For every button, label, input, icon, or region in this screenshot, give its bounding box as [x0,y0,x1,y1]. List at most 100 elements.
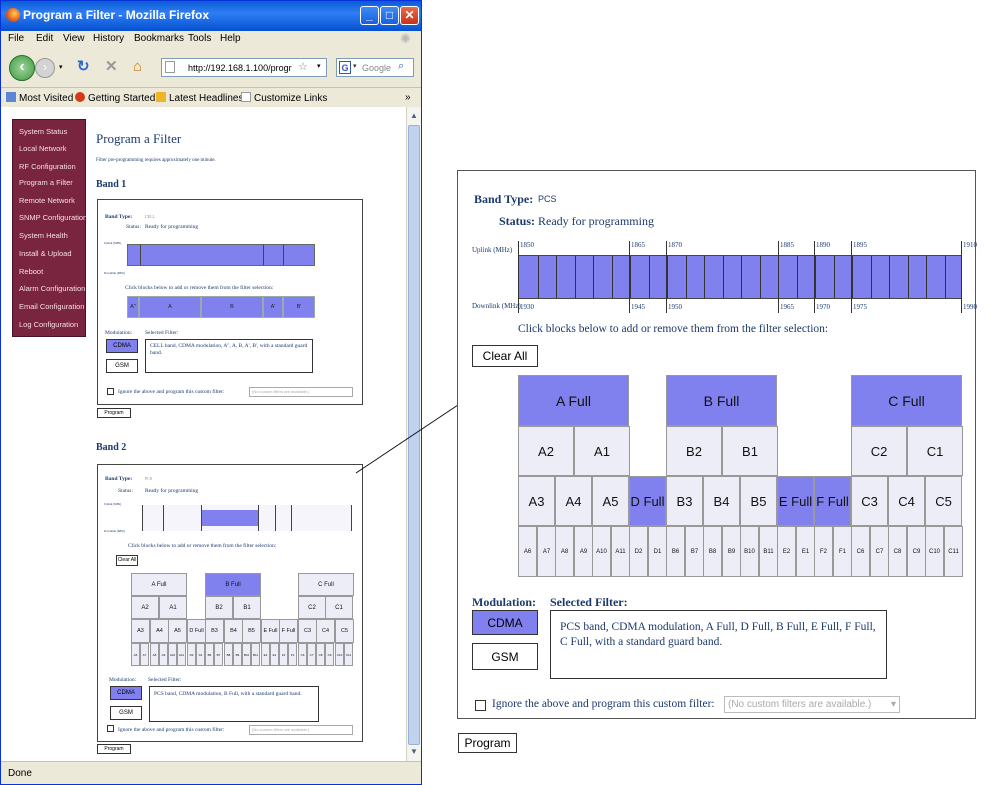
zoom-block-c3[interactable]: C3 [851,476,888,526]
uplink-tick-label: 1870 [668,241,682,249]
zoom-block-c10[interactable]: C10 [925,526,944,577]
zoom-block-a6[interactable]: A6 [518,526,537,577]
spectrum-block-divider [686,256,687,298]
zoom-selected-filter-text: PCS band, CDMA modulation, A Full, D Ful… [560,621,876,648]
zoom-status-value: Ready for programming [538,214,654,228]
zoom-band-type-label: Band Type: [474,192,534,206]
uplink-tick-label: 1850 [520,241,534,249]
downlink-tick-label: 1990 [963,303,977,311]
zoom-gsm-button[interactable]: GSM [472,643,538,670]
spectrum-tick [778,241,779,313]
zoom-selected-filter-label: Selected Filter: [550,595,628,609]
zoom-block-f1[interactable]: F1 [833,526,852,577]
uplink-tick-label: 1865 [631,241,645,249]
zoom-custom-filter-select[interactable]: (No custom filters are available.) ▾ [724,696,900,713]
zoom-modulation-label: Modulation: [472,595,537,609]
zoom-uplink-label: Uplink (MHz) [472,246,513,254]
uplink-tick-label: 1885 [780,241,794,249]
zoom-block-b7[interactable]: B7 [685,526,704,577]
downlink-tick-label: 1945 [631,303,645,311]
zoom-block-b3[interactable]: B3 [666,476,703,526]
zoom-block-a-full[interactable]: A Full [518,375,629,426]
downlink-tick-label: 1930 [520,303,534,311]
spectrum-tick [851,241,852,313]
zoom-band-type-value: PCS [538,194,557,204]
spectrum-block-divider [741,256,742,298]
zoom-block-f2[interactable]: F2 [814,526,833,577]
uplink-tick-label: 1895 [853,241,867,249]
zoom-clear-all-button[interactable]: Clear All [472,345,538,367]
zoom-block-d2[interactable]: D2 [629,526,648,577]
zoom-ignore-checkbox[interactable] [475,700,486,711]
zoom-block-a8[interactable]: A8 [555,526,574,577]
spectrum-block-divider [593,256,594,298]
spectrum-tick [961,241,962,313]
zoom-block-c-full[interactable]: C Full [851,375,962,426]
uplink-tick-label: 1890 [816,241,830,249]
zoom-block-c4[interactable]: C4 [888,476,925,526]
zoom-block-d1[interactable]: D1 [648,526,667,577]
zoom-block-e-full[interactable]: E Full [777,476,814,526]
zoom-block-b2[interactable]: B2 [666,426,722,476]
spectrum-block-divider [760,256,761,298]
zoom-block-c9[interactable]: C9 [907,526,926,577]
zoom-block-b8[interactable]: B8 [703,526,722,577]
downlink-tick-label: 1965 [780,303,794,311]
zoom-spectrum: 1850 1930 1865 1945 1870 1950 1885 1965 1890 1970… [518,241,977,313]
zoom-block-a11[interactable]: A11 [611,526,630,577]
zoom-spectrum-bar [518,255,962,299]
zoom-block-e1[interactable]: E1 [796,526,815,577]
spectrum-block-divider [852,256,853,298]
zoom-block-a10[interactable]: A10 [592,526,611,577]
zoom-block-b5[interactable]: B5 [740,476,777,526]
zoom-block-d-full[interactable]: D Full [629,476,666,526]
spectrum-tick [666,241,667,313]
zoom-block-c11[interactable]: C11 [944,526,963,577]
zoom-block-c1[interactable]: C1 [907,426,963,476]
zoom-block-b1[interactable]: B1 [722,426,778,476]
spectrum-block-divider [926,256,927,298]
spectrum-block-divider [556,256,557,298]
zoom-instruction: Click blocks below to add or remove them… [518,323,829,335]
uplink-tick-label: 1910 [963,241,977,249]
spectrum-block-divider [667,256,668,298]
zoom-program-button[interactable]: Program [458,733,517,753]
spectrum-block-divider [815,256,816,298]
zoom-block-a5[interactable]: A5 [592,476,629,526]
spectrum-block-divider [612,256,613,298]
zoom-block-b4[interactable]: B4 [703,476,740,526]
spectrum-block-divider [649,256,650,298]
zoom-block-a7[interactable]: A7 [537,526,556,577]
zoom-status-label: Status: [499,214,536,228]
zoom-block-a9[interactable]: A9 [574,526,593,577]
zoom-block-f-full[interactable]: F Full [814,476,851,526]
spectrum-tick [814,241,815,313]
downlink-tick-label: 1950 [668,303,682,311]
downlink-tick-label: 1970 [816,303,830,311]
zoom-block-c7[interactable]: C7 [870,526,889,577]
zoom-block-a3[interactable]: A3 [518,476,555,526]
zoom-block-c2[interactable]: C2 [851,426,907,476]
zoom-cdma-button[interactable]: CDMA [472,610,538,635]
downlink-tick-label: 1975 [853,303,867,311]
zoom-block-c5[interactable]: C5 [925,476,962,526]
zoom-selected-filter-box: PCS band, CDMA modulation, A Full, D Ful… [550,610,887,679]
zoom-block-b11[interactable]: B11 [759,526,778,577]
zoom-block-a2[interactable]: A2 [518,426,574,476]
zoom-block-b10[interactable]: B10 [740,526,759,577]
spectrum-tick [518,241,519,313]
zoom-block-c8[interactable]: C8 [888,526,907,577]
spectrum-block-divider [871,256,872,298]
spectrum-block-divider [723,256,724,298]
zoom-block-c6[interactable]: C6 [851,526,870,577]
spectrum-block-divider [908,256,909,298]
spectrum-block-divider [630,256,631,298]
zoom-block-a1[interactable]: A1 [574,426,630,476]
zoom-block-a4[interactable]: A4 [555,476,592,526]
zoom-block-b-full[interactable]: B Full [666,375,777,426]
zoom-block-b6[interactable]: B6 [666,526,685,577]
zoomed-band2-panel: Band Type: PCS Status: Ready for program… [457,170,977,719]
zoom-block-b9[interactable]: B9 [722,526,741,577]
zoom-block-e2[interactable]: E2 [777,526,796,577]
zoom-dropdown-icon: ▾ [890,699,896,710]
